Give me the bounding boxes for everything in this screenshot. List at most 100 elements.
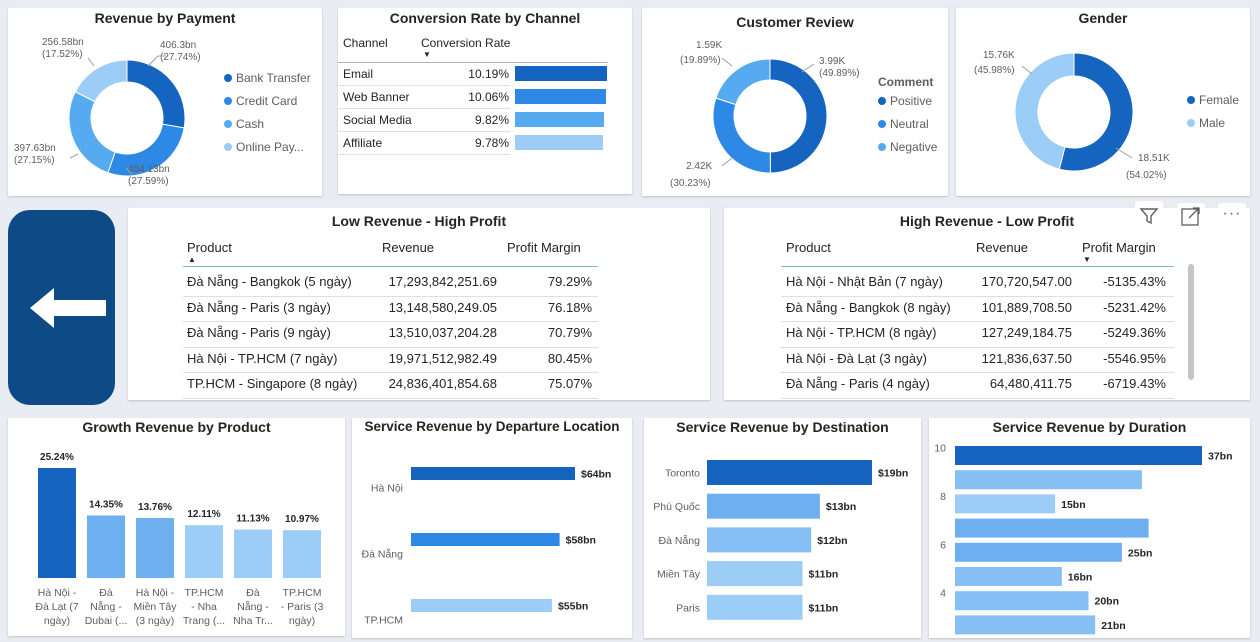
duration-bar[interactable] bbox=[955, 567, 1062, 586]
rate-cell: 10.19% bbox=[468, 67, 509, 81]
destination-bar[interactable] bbox=[707, 527, 812, 553]
legend-label: Neutral bbox=[890, 117, 929, 131]
legend-bank-transfer[interactable]: Bank Transfer bbox=[224, 71, 311, 85]
growth-bar[interactable] bbox=[136, 518, 174, 578]
legend-credit-card[interactable]: Credit Card bbox=[224, 94, 297, 108]
col-header-channel[interactable]: Channel bbox=[343, 36, 388, 50]
row-divider bbox=[338, 131, 510, 132]
legend-cash[interactable]: Cash bbox=[224, 117, 264, 131]
table-row[interactable]: TP.HCM - Singapore (8 ngày) 24,836,401,85… bbox=[128, 373, 710, 399]
legend-online-pay[interactable]: Online Pay... bbox=[224, 140, 304, 154]
growth-category-label: Nẵng - bbox=[90, 600, 122, 613]
customer-review-card: Customer Review 3.99K (49.89%) 2.42K (30.23… bbox=[642, 8, 948, 196]
product-cell: Hà Nội - TP.HCM (7 ngày) bbox=[187, 350, 338, 366]
revenue-cell: 24,836,401,854.68 bbox=[388, 376, 497, 391]
table-row[interactable]: Web Banner 10.06% bbox=[338, 88, 632, 110]
legend-male[interactable]: Male bbox=[1187, 116, 1225, 130]
revenue-cell: 13,148,580,249.05 bbox=[388, 299, 497, 315]
col-header-revenue[interactable]: Revenue bbox=[382, 240, 434, 255]
leader-line bbox=[721, 157, 733, 167]
legend-dot bbox=[224, 97, 232, 105]
duration-bar[interactable] bbox=[955, 518, 1149, 538]
duration-revenue-card: Service Revenue by Duration 10 37bn 8 15bn 6… bbox=[929, 418, 1250, 638]
growth-data-label: 14.35% bbox=[89, 499, 123, 510]
margin-cell: -5546.95% bbox=[1103, 350, 1166, 366]
destination-bar-chart[interactable]: Toronto $19bn Phú Quốc $13bn Đà Nẵng $12bn Miề… bbox=[644, 418, 921, 638]
revenue-cell: 19,971,512,982.49 bbox=[388, 350, 497, 366]
payment-data-label-pct: (17.52%) bbox=[42, 49, 83, 60]
departure-bar[interactable] bbox=[411, 533, 560, 546]
col-header-conversion-rate[interactable]: Conversion Rate bbox=[421, 36, 510, 50]
table-row[interactable]: Hà Nội - Nhật Bản (7 ngày) 170,720,547.00… bbox=[724, 271, 1250, 297]
vertical-scrollbar[interactable] bbox=[1188, 264, 1194, 380]
growth-category-label: Đà bbox=[99, 587, 113, 599]
card-title: Low Revenue - High Profit bbox=[331, 213, 507, 229]
growth-category-label: - Nha bbox=[191, 601, 217, 613]
table-row[interactable]: Hà Nội - Đà Lạt (3 ngày) 121,836,637.50 -5… bbox=[724, 348, 1250, 373]
legend-label: Male bbox=[1199, 116, 1226, 130]
table-row[interactable]: Email 10.19% bbox=[338, 65, 632, 87]
destination-bar[interactable] bbox=[707, 594, 803, 620]
duration-bar[interactable] bbox=[955, 470, 1142, 490]
channel-cell: Web Banner bbox=[343, 90, 410, 104]
col-header-product[interactable]: Product bbox=[187, 240, 232, 255]
growth-bar[interactable] bbox=[87, 515, 125, 578]
product-cell: Hà Nội - TP.HCM (8 ngày) bbox=[786, 325, 937, 340]
duration-bar[interactable] bbox=[955, 494, 1056, 514]
legend-neutral[interactable]: Neutral bbox=[878, 117, 929, 131]
growth-bar[interactable] bbox=[185, 525, 223, 578]
margin-cell: -5231.42% bbox=[1103, 299, 1166, 315]
growth-data-label: 25.24% bbox=[40, 452, 74, 463]
legend-dot bbox=[878, 120, 886, 128]
legend-female[interactable]: Female bbox=[1187, 93, 1239, 107]
growth-bar-chart[interactable]: 25.24%Hà Nội -Đà Lạt (7ngày)14.35%ĐàNẵng… bbox=[8, 418, 345, 636]
table-row[interactable]: Hà Nội - TP.HCM (8 ngày) 127,249,184.75 -5… bbox=[724, 322, 1250, 348]
table-row[interactable]: Đà Nẵng - Bangkok (8 ngày) 101,889,708.50… bbox=[724, 297, 1250, 322]
legend-negative[interactable]: Negative bbox=[878, 140, 937, 154]
table-row[interactable]: Đà Nẵng - Paris (4 ngày) 64,480,411.75 -67… bbox=[724, 373, 1250, 399]
destination-bar[interactable] bbox=[707, 561, 803, 587]
col-header-profit-margin[interactable]: Profit Margin bbox=[507, 240, 581, 255]
payment-slice-0[interactable] bbox=[126, 59, 186, 129]
rate-bar bbox=[515, 66, 607, 81]
focus-mode-icon[interactable] bbox=[1177, 203, 1205, 231]
duration-bar[interactable] bbox=[955, 591, 1089, 611]
growth-category-label: Hà Nội - bbox=[38, 587, 77, 599]
duration-bar[interactable] bbox=[955, 446, 1202, 465]
more-options-icon[interactable]: ··· bbox=[1218, 203, 1246, 229]
growth-bar[interactable] bbox=[283, 530, 321, 578]
table-row[interactable]: Social Media 9.82% bbox=[338, 111, 632, 133]
duration-bar[interactable] bbox=[955, 542, 1122, 562]
legend-label: Online Pay... bbox=[236, 140, 304, 154]
duration-bar-chart[interactable]: 10 37bn 8 15bn 6 25bn 16bn 4 20bn 21bn bbox=[929, 418, 1250, 638]
growth-bar[interactable] bbox=[234, 529, 272, 578]
col-header-profit-margin[interactable]: Profit Margin bbox=[1082, 240, 1156, 255]
table-row[interactable]: Đà Nẵng - Paris (3 ngày) 13,148,580,249.0… bbox=[128, 297, 710, 322]
table-row[interactable]: Đà Nẵng - Paris (9 ngày) 13,510,037,204.2… bbox=[128, 322, 710, 348]
back-button[interactable] bbox=[8, 210, 115, 405]
destination-bar[interactable] bbox=[707, 460, 872, 485]
col-header-revenue[interactable]: Revenue bbox=[976, 240, 1028, 255]
review-slice-2[interactable] bbox=[715, 58, 771, 106]
destination-category-label: Đà Nẵng bbox=[659, 534, 701, 547]
col-header-product[interactable]: Product bbox=[786, 240, 831, 255]
table-row[interactable]: Hà Nội - TP.HCM (7 ngày) 19,971,512,982.4… bbox=[128, 348, 710, 373]
payment-slice-2[interactable] bbox=[68, 91, 116, 174]
payment-slice-3[interactable] bbox=[74, 59, 128, 103]
channel-cell: Affiliate bbox=[343, 136, 383, 150]
duration-bar[interactable] bbox=[955, 615, 1096, 635]
table-row[interactable]: Affiliate 9.78% bbox=[338, 134, 632, 156]
legend-dot bbox=[878, 143, 886, 151]
departure-bar[interactable] bbox=[411, 467, 575, 480]
review-data-label: 3.99K bbox=[819, 56, 845, 67]
destination-bar[interactable] bbox=[707, 493, 820, 519]
departure-bar-chart[interactable]: Hà Nội $64bn Đà Nẵng $58bn TP.HCM $55bn bbox=[352, 418, 632, 638]
channel-cell: Email bbox=[343, 67, 374, 81]
filter-icon[interactable] bbox=[1135, 201, 1163, 229]
departure-bar[interactable] bbox=[411, 599, 552, 612]
review-slice-1[interactable] bbox=[712, 97, 771, 174]
payment-data-label-pct: (27.74%) bbox=[160, 52, 201, 63]
table-row[interactable]: Đà Nẵng - Bangkok (5 ngày) 17,293,842,251… bbox=[128, 271, 710, 297]
legend-positive[interactable]: Positive bbox=[878, 94, 932, 108]
growth-bar[interactable] bbox=[38, 468, 76, 578]
